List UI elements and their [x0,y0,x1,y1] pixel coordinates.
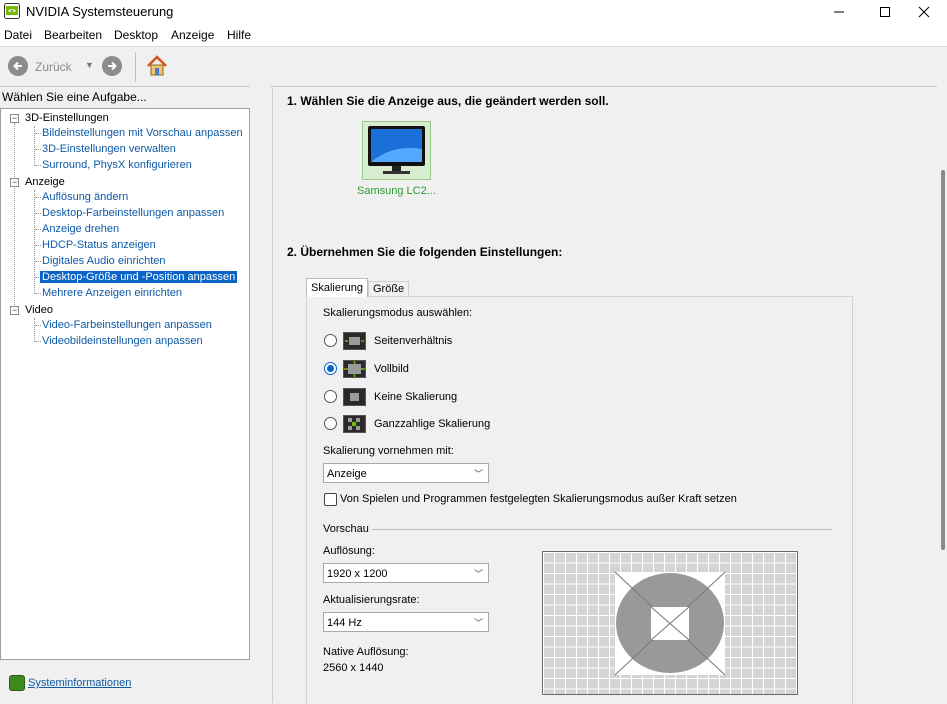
tree-connector [34,126,35,166]
menu-bearbeiten[interactable]: Bearbeiten [44,28,102,42]
back-arrow-icon[interactable] [8,56,28,76]
close-button[interactable] [901,0,947,24]
menu-anzeige[interactable]: Anzeige [171,28,214,42]
tree-connector [14,123,15,313]
tree-item-videobild[interactable]: Videobildeinstellungen anpassen [42,335,203,347]
menu-datei[interactable]: Datei [4,28,32,42]
tree-item-bildeinstellungen[interactable]: Bildeinstellungen mit Vorschau anpassen [42,127,243,139]
scaling-mode-label: Skalierungsmodus auswählen: [323,307,473,319]
title-bar: NVIDIA Systemsteuerung [0,0,947,24]
refresh-rate-label: Aktualisierungsrate: [323,594,420,606]
menu-hilfe[interactable]: Hilfe [227,28,251,42]
toolbar: Zurück ▼ [0,47,947,87]
tree-item-digitales-audio[interactable]: Digitales Audio einrichten [42,255,166,267]
radio-ganzzahlige-skalierung[interactable] [324,417,337,430]
collapse-3d-icon[interactable]: − [10,114,19,123]
monitor-icon [368,126,425,174]
perform-scaling-value: Anzeige [327,468,367,480]
fullscreen-icon [343,360,366,378]
no-scaling-icon [343,388,366,406]
resolution-label: Auflösung: [323,545,375,557]
preview-group-divider [372,529,832,530]
override-scaling-checkbox[interactable] [324,493,337,506]
scrollbar-thumb[interactable] [941,170,945,550]
integer-scaling-icon [343,415,366,433]
tree-category-video[interactable]: Video [25,304,53,316]
native-resolution-value: 2560 x 1440 [323,662,384,674]
scaling-preview [542,551,798,695]
tree-item-desktop-farbe[interactable]: Desktop-Farbeinstellungen anpassen [42,207,224,219]
task-header: Wählen Sie eine Aufgabe... [2,90,147,104]
radio-keine-skalierung[interactable] [324,390,337,403]
refresh-rate-select[interactable]: 144 Hz ﹀ [323,612,489,632]
radio-seitenverhaeltnis[interactable] [324,334,337,347]
tree-connector [35,245,41,246]
chevron-down-icon: ﹀ [473,469,483,479]
step2-title: 2. Übernehmen Sie die folgenden Einstell… [287,245,563,259]
tree-item-video-farbe[interactable]: Video-Farbeinstellungen anpassen [42,319,212,331]
tab-skalierung[interactable]: Skalierung [306,278,368,297]
option-vollbild[interactable]: Vollbild [374,363,409,375]
resolution-value: 1920 x 1200 [327,568,388,580]
native-resolution-label: Native Auflösung: [323,646,409,658]
collapse-anzeige-icon[interactable]: − [10,178,19,187]
toolbar-divider [135,52,136,82]
forward-arrow-icon[interactable] [102,56,122,76]
home-icon[interactable] [145,54,169,81]
refresh-rate-value: 144 Hz [327,617,362,629]
tree-item-mehrere-anzeigen[interactable]: Mehrere Anzeigen einrichten [42,287,182,299]
tree-category-anzeige[interactable]: Anzeige [25,176,65,188]
back-label[interactable]: Zurück [35,60,72,74]
resolution-select[interactable]: 1920 x 1200 ﹀ [323,563,489,583]
tree-item-aufloesung[interactable]: Auflösung ändern [42,191,128,203]
perform-scaling-label: Skalierung vornehmen mit: [323,445,454,457]
option-keine-skalierung[interactable]: Keine Skalierung [374,391,457,403]
perform-scaling-select[interactable]: Anzeige ﹀ [323,463,489,483]
tree-connector [35,165,41,166]
tree-item-anzeige-drehen[interactable]: Anzeige drehen [42,223,119,235]
tree-category-3d[interactable]: 3D-Einstellungen [25,112,109,124]
system-info-link[interactable]: Systeminformationen [28,677,131,689]
system-info-icon[interactable] [9,675,25,691]
chevron-down-icon: ﹀ [473,618,483,628]
tree-connector [35,197,41,198]
display-name-label[interactable]: Samsung LC2... [357,185,436,197]
step1-title: 1. Wählen Sie die Anzeige aus, die geänd… [287,94,609,108]
tree-item-hdcp[interactable]: HDCP-Status anzeigen [42,239,156,251]
tree-connector [35,229,41,230]
preview-group-label: Vorschau [323,523,369,535]
chevron-down-icon: ﹀ [473,569,483,579]
tree-connector [35,341,41,342]
pane-splitter[interactable] [250,86,270,703]
option-seitenverhaeltnis[interactable]: Seitenverhältnis [374,335,452,347]
override-scaling-label[interactable]: Von Spielen und Programmen festgelegten … [340,493,737,505]
tree-connector [35,133,41,134]
aspect-ratio-icon [343,332,366,350]
tree-connector [35,325,41,326]
menu-desktop[interactable]: Desktop [114,28,158,42]
tree-item-desktop-groesse[interactable]: Desktop-Größe und -Position anpassen [40,271,238,283]
menu-bar: Datei Bearbeiten Desktop Anzeige Hilfe [0,24,947,47]
tree-connector [35,149,41,150]
window-title: NVIDIA Systemsteuerung [26,4,174,19]
display-selector[interactable] [362,121,431,180]
tab-groesse[interactable]: Größe [368,281,410,297]
tree-item-surround-physx[interactable]: Surround, PhysX konfigurieren [42,159,192,171]
tree-connector [35,213,41,214]
minimize-button[interactable] [816,0,862,24]
nvidia-app-icon [4,3,20,19]
task-tree: − 3D-Einstellungen Bildeinstellungen mit… [0,108,250,660]
tree-connector [35,261,41,262]
radio-vollbild[interactable] [324,362,337,375]
collapse-video-icon[interactable]: − [10,306,19,315]
tree-item-3d-verwalten[interactable]: 3D-Einstellungen verwalten [42,143,176,155]
tree-connector [34,318,35,342]
tree-connector [34,190,35,294]
tree-connector [35,293,41,294]
option-ganzzahlige-skalierung[interactable]: Ganzzahlige Skalierung [374,418,490,430]
back-dropdown-icon[interactable]: ▼ [85,60,94,70]
